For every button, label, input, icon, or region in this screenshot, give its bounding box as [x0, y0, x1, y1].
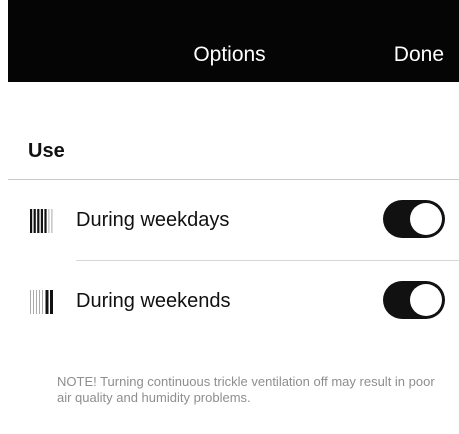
- weekends-toggle[interactable]: [383, 281, 445, 319]
- weekdays-toggle[interactable]: [383, 200, 445, 238]
- weekends-row: During weekends: [8, 261, 459, 341]
- topbar-edge: [0, 0, 8, 82]
- done-button[interactable]: Done: [394, 43, 444, 67]
- warning-note: NOTE! Turning continuous trickle ventila…: [57, 374, 435, 405]
- weekdays-calendar-icon: [30, 209, 56, 233]
- top-navigation-bar: Options Done: [0, 0, 459, 82]
- page-title: Options: [193, 43, 266, 66]
- weekends-calendar-icon: [30, 290, 56, 314]
- section-title: Use: [28, 140, 65, 162]
- weekends-label: During weekends: [76, 290, 231, 312]
- toggle-knob: [410, 203, 442, 235]
- weekdays-row: During weekdays: [8, 180, 459, 260]
- weekdays-label: During weekdays: [76, 209, 230, 231]
- toggle-knob: [410, 284, 442, 316]
